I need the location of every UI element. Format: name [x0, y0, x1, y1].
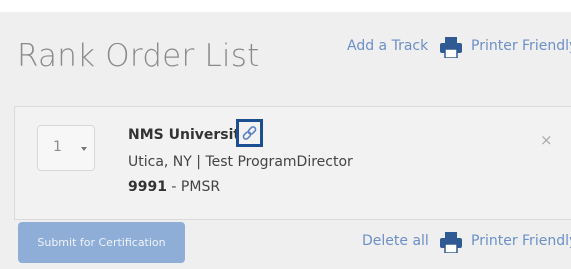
submit-for-certification-button[interactable]: Submit for Certification — [18, 222, 185, 263]
remove-program-button[interactable]: × — [540, 131, 553, 149]
program-name: NMS University — [128, 127, 250, 143]
add-track-link[interactable]: Add a Track — [347, 38, 428, 54]
rank-value: 1 — [53, 139, 62, 155]
delete-all-link[interactable]: Delete all — [362, 233, 429, 249]
program-location: Utica, NY | Test ProgramDirector — [128, 154, 353, 170]
printer-friendly-link-bottom[interactable]: Printer Friendly — [471, 233, 571, 249]
program-card: 1 NMS University Utica, NY | Test Progra… — [14, 106, 571, 220]
printer-friendly-link-top[interactable]: Printer Friendly — [471, 38, 571, 54]
page-title: Rank Order List — [17, 38, 260, 74]
program-code: 9991 - PMSR — [128, 179, 220, 195]
program-code-number: 9991 — [128, 179, 167, 195]
program-link-button[interactable] — [236, 119, 263, 147]
printer-icon[interactable] — [440, 37, 462, 58]
chevron-down-icon — [81, 147, 87, 151]
rank-order-panel: Rank Order List Add a Track Printer Frie… — [0, 12, 571, 269]
program-code-suffix: - PMSR — [166, 179, 221, 195]
link-icon — [242, 126, 257, 140]
rank-select[interactable]: 1 — [37, 125, 95, 171]
printer-icon[interactable] — [440, 232, 462, 253]
